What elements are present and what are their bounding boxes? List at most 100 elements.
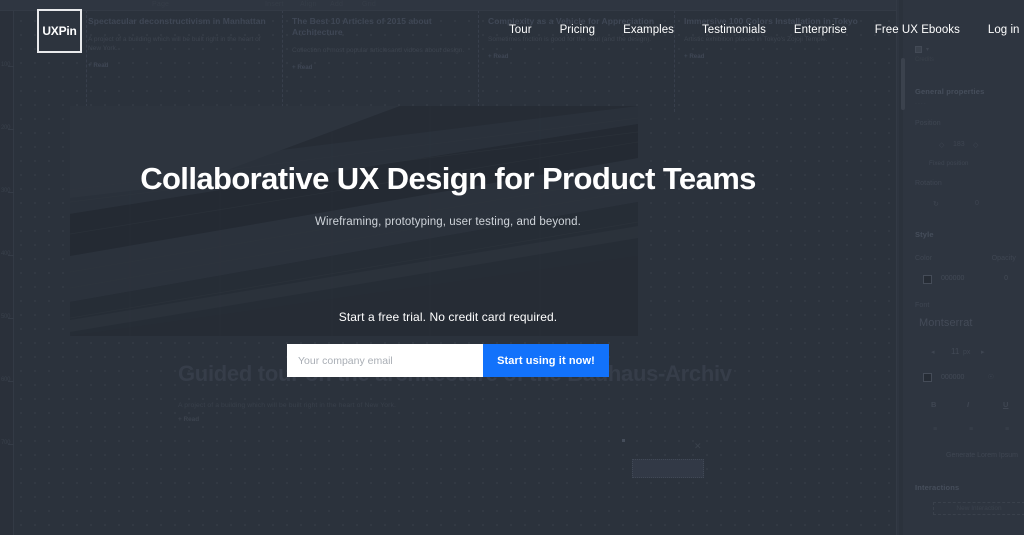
align-left-button[interactable]: ≡ — [933, 426, 937, 433]
hero-subheadline: Wireframing, prototyping, user testing, … — [315, 216, 581, 228]
card-read-link[interactable]: + Read — [88, 62, 270, 69]
font-size-value[interactable]: 11 — [951, 347, 959, 356]
card-divider — [478, 10, 479, 112]
panel-swatch-row[interactable]: ▾ — [915, 46, 929, 53]
card-title: Spectacular deconstructivism in Manhatta… — [88, 16, 266, 26]
card-body: Collection of most popular articlesand v… — [292, 47, 465, 54]
font-label: Font — [915, 302, 930, 309]
position-x-icon: ◇ — [939, 142, 945, 149]
ruler-tick-line — [8, 192, 14, 193]
selection-handle-dot — [622, 439, 625, 442]
text-color-hex-value[interactable]: 000000 — [941, 374, 964, 381]
panel-scrollbar[interactable] — [899, 0, 905, 535]
general-properties-heading: General properties — [915, 87, 985, 96]
card-divider — [282, 10, 283, 112]
nav-item-free-ux-ebooks[interactable]: Free UX Ebooks — [861, 24, 974, 36]
toolbar-item-add[interactable]: Add — [330, 1, 343, 8]
align-center-button[interactable]: ≡ — [969, 426, 973, 433]
ruler-tick-line — [8, 444, 14, 445]
cta-form: Start using it now! — [0, 344, 896, 377]
fixed-position-label[interactable]: Fixed position — [929, 160, 969, 167]
cta-block: Start a free trial. No credit card requi… — [0, 310, 896, 377]
font-size-decrease-icon[interactable]: ◂ — [931, 348, 935, 356]
toolbar-item-insert[interactable]: Insert — [265, 1, 284, 8]
card-title: The Best 10 Articles of 2015 about Archi… — [292, 16, 432, 37]
position-y-icon: ◇ — [973, 142, 979, 149]
nav-item-tour[interactable]: Tour — [495, 24, 546, 36]
panel-scrollbar-thumb[interactable] — [901, 58, 905, 110]
card-body: Artistic exhibition placed in Tokyo's Zo… — [684, 36, 828, 43]
position-label: Position — [915, 120, 941, 127]
align-right-button[interactable]: ≡ — [1005, 426, 1009, 433]
nav-item-pricing[interactable]: Pricing — [546, 24, 610, 36]
opacity-value[interactable]: 0 — [1004, 275, 1008, 282]
placeholder-element[interactable] — [632, 459, 704, 478]
toolbar-item-page[interactable]: Page — [152, 1, 169, 8]
guided-tour-read-link[interactable]: + Read — [178, 416, 738, 423]
rotation-label: Rotation — [915, 180, 942, 187]
fill-color-swatch-icon[interactable] — [923, 275, 932, 284]
font-size-unit: px — [963, 349, 971, 356]
ruler-tick: 500 — [1, 314, 11, 320]
properties-panel: ▾ Credits General properties .... Positi… — [896, 0, 1024, 535]
chevron-down-icon[interactable]: ▾ — [926, 46, 929, 53]
opacity-label: Opacity — [991, 255, 1016, 262]
nav-item-examples[interactable]: Examples — [609, 24, 688, 36]
card-read-link[interactable]: + Read — [684, 53, 858, 60]
font-family-value[interactable]: Montserrat — [919, 317, 973, 329]
hero-text-block: Collaborative UX Design for Product Team… — [0, 160, 896, 228]
cta-tagline: Start a free trial. No credit card requi… — [338, 310, 558, 324]
position-value[interactable]: 183 — [953, 141, 965, 148]
design-canvas-page: Spectacular deconstructivism in Manhatta… — [0, 0, 896, 535]
guided-tour-body: A project of a building which will be bu… — [178, 402, 396, 409]
underline-button[interactable]: U — [1003, 400, 1008, 409]
text-color-swatch-icon[interactable] — [923, 373, 932, 382]
ruler-tick-line — [8, 255, 14, 256]
top-toolbar[interactable]: Page Insert Align Add Grid — [0, 0, 1024, 11]
rotation-icon: ↻ — [933, 201, 939, 208]
bold-button[interactable]: B — [931, 400, 936, 409]
card-body: A project of a building which will be bu… — [88, 36, 261, 52]
card-read-link[interactable]: + Read — [488, 53, 662, 60]
vertical-ruler[interactable]: 100 200 300 400 500 600 700 — [0, 0, 14, 535]
email-field[interactable] — [287, 344, 483, 377]
start-trial-button[interactable]: Start using it now! — [483, 344, 609, 377]
ruler-tick: 700 — [1, 440, 11, 446]
ruler-tick: 100 — [1, 62, 11, 68]
logo-text: UXPin — [42, 24, 77, 38]
main-navigation: Tour Pricing Examples Testimonials Enter… — [495, 24, 1024, 36]
nav-item-testimonials[interactable]: Testimonials — [688, 24, 780, 36]
credits-label: Credits — [915, 57, 935, 63]
logo[interactable]: UXPin — [37, 9, 82, 53]
color-hex-value[interactable]: 000000 — [941, 275, 964, 282]
italic-button[interactable]: I — [967, 400, 969, 409]
ruler-tick-line — [8, 381, 14, 382]
line-height-icon[interactable]: ☉ — [988, 373, 994, 381]
generate-lorem-ipsum-button[interactable]: Generate Lorem Ipsum — [946, 452, 1018, 459]
article-card[interactable]: The Best 10 Articles of 2015 about Archi… — [282, 10, 480, 112]
page-title: Collaborative UX Design for Product Team… — [140, 161, 756, 196]
card-body: Sometimes friction is good for the soul … — [488, 36, 652, 43]
ruler-tick-line — [8, 129, 14, 130]
nav-item-enterprise[interactable]: Enterprise — [780, 24, 861, 36]
color-swatch-icon[interactable] — [915, 46, 922, 53]
ruler-tick: 200 — [1, 125, 11, 131]
card-read-link[interactable]: + Read — [292, 64, 466, 71]
color-label: Color — [915, 255, 933, 262]
toolbar-item-align[interactable]: Align — [300, 1, 317, 8]
article-card[interactable]: Spectacular deconstructivism in Manhatta… — [86, 10, 284, 112]
ruler-tick: 600 — [1, 377, 11, 383]
rotation-value[interactable]: 0 — [975, 200, 979, 207]
ruler-tick-line — [8, 318, 14, 319]
nav-item-login[interactable]: Log in — [974, 24, 1024, 36]
add-interaction-button[interactable]: New Interaction — [933, 502, 1024, 515]
font-size-increase-icon[interactable]: ▸ — [981, 348, 985, 356]
ruler-tick-line — [8, 66, 14, 67]
ruler-tick: 400 — [1, 251, 11, 257]
ruler-tick: 300 — [1, 188, 11, 194]
toolbar-item-grid[interactable]: Grid — [362, 1, 376, 8]
close-icon: ✕ — [694, 441, 702, 451]
card-divider — [86, 10, 87, 112]
interactions-heading: Interactions — [915, 483, 960, 492]
style-heading: Style — [915, 230, 934, 239]
